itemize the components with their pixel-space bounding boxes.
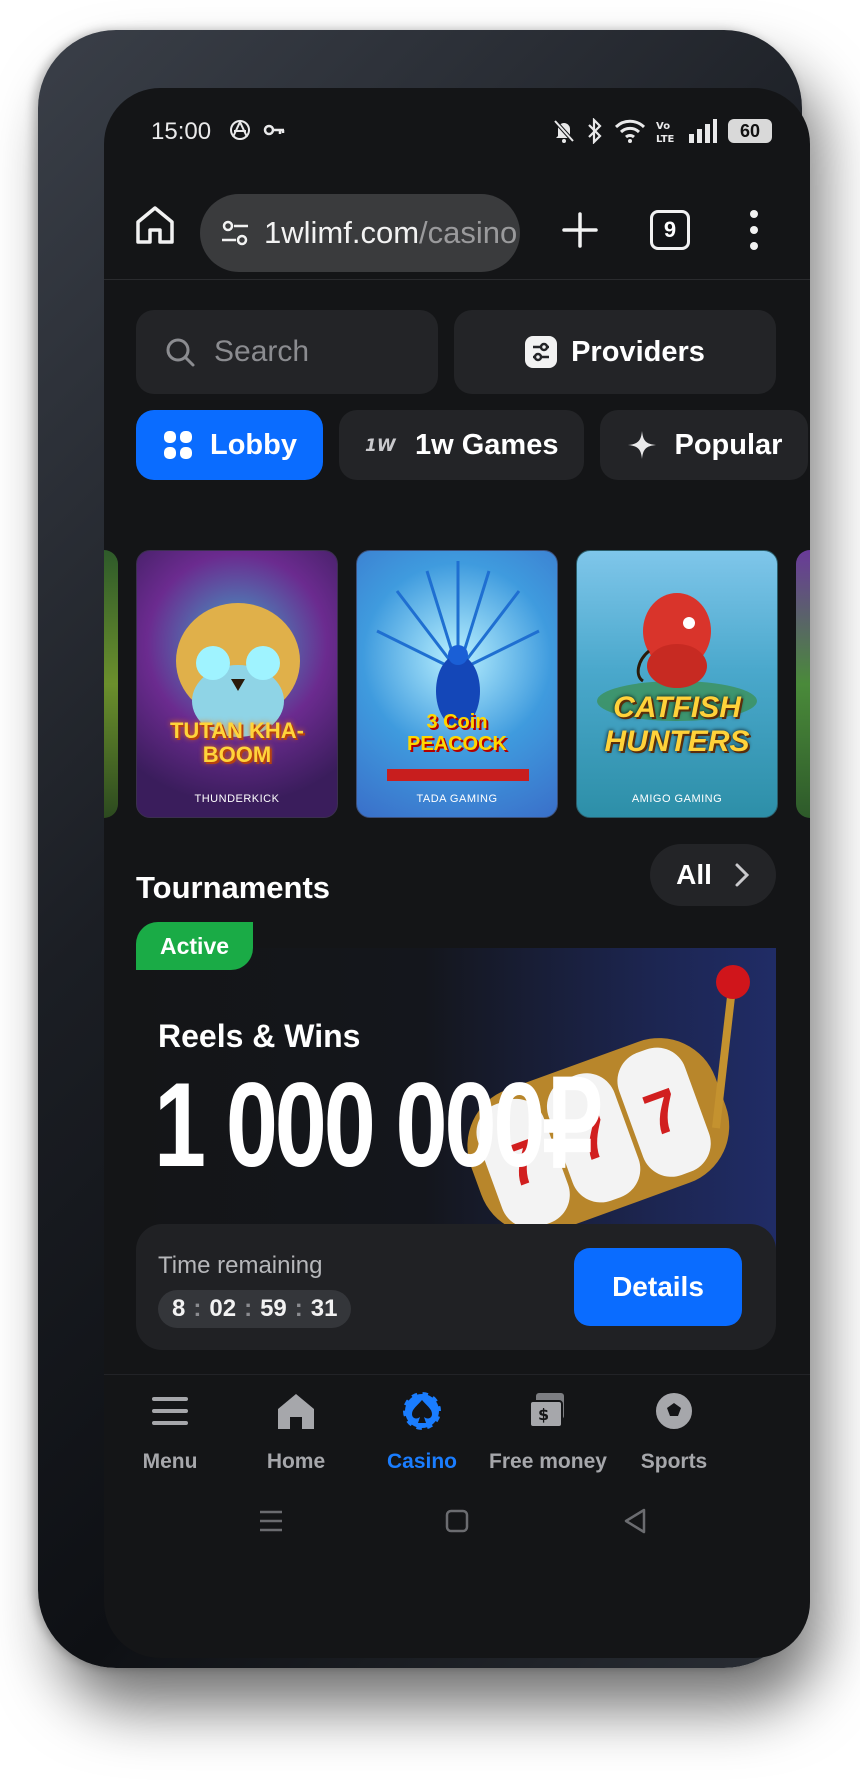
phone-frame: 15:00 Vo LTE 60 1wlimf.com/casino 9 Sear… xyxy=(38,30,810,1668)
status-right-icons: Vo LTE 60 xyxy=(552,118,772,144)
address-bar[interactable]: 1wlimf.com/casino xyxy=(200,194,520,272)
nav-casino[interactable]: Casino xyxy=(352,1389,492,1474)
nav-casino-label: Casino xyxy=(386,1450,457,1473)
svg-text:$: $ xyxy=(538,1405,549,1424)
timer-hours: 02 xyxy=(209,1295,237,1322)
site-settings-icon[interactable] xyxy=(220,218,250,248)
game-title: CATFISH HUNTERS xyxy=(604,691,750,758)
money-icon: $ xyxy=(529,1393,564,1428)
tournament-name: Reels & Wins xyxy=(158,1018,361,1054)
game-provider: AMIGO GAMING xyxy=(631,793,723,805)
timer-minutes: 59 xyxy=(260,1295,287,1322)
nav-home[interactable]: Home xyxy=(226,1389,366,1474)
soccer-ball-icon xyxy=(654,1391,694,1431)
nav-free-money-label: Free money xyxy=(489,1450,607,1473)
details-button[interactable]: Details xyxy=(574,1248,742,1326)
nav-menu[interactable]: Menu xyxy=(104,1389,240,1474)
countdown-timer: 8: 02: 59: 31 xyxy=(158,1290,352,1328)
back-icon[interactable] xyxy=(620,1506,650,1536)
game-provider: THUNDERKICK xyxy=(194,793,280,805)
time-remaining-label: Time remaining xyxy=(158,1252,323,1279)
system-home-icon[interactable] xyxy=(442,1506,472,1536)
screen: 15:00 Vo LTE 60 1wlimf.com/casino 9 Sear… xyxy=(104,88,810,1658)
more-options-icon[interactable] xyxy=(744,206,764,254)
menu-icon xyxy=(152,1397,188,1425)
nav-sports[interactable]: Sports xyxy=(604,1389,744,1474)
nav-menu-label: Menu xyxy=(142,1450,198,1473)
all-label: All xyxy=(676,859,712,890)
peacock-image xyxy=(376,561,540,781)
battery-indicator: 60 xyxy=(728,119,772,143)
tab-1w-games[interactable]: 1W 1w Games xyxy=(339,410,585,480)
casino-icon xyxy=(401,1390,443,1432)
system-navigation-bar xyxy=(104,1492,810,1552)
grid-icon xyxy=(164,431,192,459)
svg-text:Vo: Vo xyxy=(656,121,670,132)
tab-lobby[interactable]: Lobby xyxy=(136,410,323,480)
category-tabs: Lobby 1W 1w Games Popular xyxy=(136,410,809,480)
game-title: TUTAN KHA-BOOM xyxy=(169,718,304,767)
tab-popular-label: Popular xyxy=(674,428,783,461)
nav-free-money[interactable]: $ Free money xyxy=(478,1389,618,1474)
tournament-prize: 1 000 000₽ xyxy=(154,1058,602,1192)
game-tile-partial-right[interactable] xyxy=(796,550,810,818)
url-text: 1wlimf.com/casino xyxy=(264,215,517,251)
timer-seconds: 31 xyxy=(310,1295,338,1322)
anarchy-icon xyxy=(230,119,250,140)
status-badge: Active xyxy=(136,922,254,970)
nav-home-label: Home xyxy=(266,1450,326,1473)
bluetooth-icon xyxy=(588,118,602,144)
bell-off-icon xyxy=(553,119,575,143)
sparkle-icon xyxy=(628,431,657,459)
status-bar: 15:00 Vo LTE 60 xyxy=(104,88,810,176)
filter-icon xyxy=(525,336,558,368)
game-carousel: TUTAN KHA-BOOM THUNDERKICK 3 Coin PEACOC… xyxy=(104,550,810,820)
tournaments-all-button[interactable]: All xyxy=(650,844,776,906)
key-icon xyxy=(263,124,285,136)
nav-sports-label: Sports xyxy=(640,1450,708,1473)
new-tab-icon[interactable] xyxy=(558,208,602,252)
url-path: /casino xyxy=(419,215,518,250)
chevron-right-icon xyxy=(735,863,750,887)
skull-image xyxy=(176,603,300,737)
search-icon xyxy=(166,338,195,367)
1w-logo-icon: 1W xyxy=(365,436,397,456)
tab-1w-games-label: 1w Games xyxy=(415,428,559,461)
game-tile-partial-left[interactable] xyxy=(104,550,118,818)
tournaments-title: Tournaments xyxy=(136,870,331,905)
providers-button[interactable]: Providers xyxy=(454,310,776,394)
tournament-info-card: Time remaining 8: 02: 59: 31 Details xyxy=(136,1224,776,1350)
search-box[interactable] xyxy=(136,310,438,394)
home-icon xyxy=(278,1394,314,1429)
game-tile-3-coin-peacock[interactable]: 3 Coin PEACOCK TADA GAMING xyxy=(356,550,558,818)
browser-home-icon[interactable] xyxy=(132,202,178,248)
game-tile-tutan-kha-boom[interactable]: TUTAN KHA-BOOM THUNDERKICK xyxy=(136,550,338,818)
tab-switcher-button[interactable]: 9 xyxy=(650,210,690,250)
search-input[interactable] xyxy=(214,335,414,369)
browser-toolbar: 1wlimf.com/casino 9 xyxy=(104,180,810,280)
signal-icon xyxy=(689,119,717,143)
recent-apps-icon[interactable] xyxy=(256,1506,286,1536)
wifi-icon xyxy=(614,119,646,143)
game-title: 3 Coin PEACOCK xyxy=(406,711,507,755)
svg-text:1W: 1W xyxy=(365,436,397,456)
timer-days: 8 xyxy=(172,1295,186,1322)
status-left-icons xyxy=(228,118,286,142)
game-tile-catfish-hunters[interactable]: CATFISH HUNTERS AMIGO GAMING xyxy=(576,550,778,818)
status-time: 15:00 xyxy=(151,118,212,145)
bottom-navigation: Menu Home Casino $ Free money Sports xyxy=(104,1374,810,1484)
catfish-image xyxy=(597,593,757,721)
tab-lobby-label: Lobby xyxy=(210,428,297,461)
svg-text:LTE: LTE xyxy=(656,134,675,144)
volte-icon: Vo LTE xyxy=(656,121,675,144)
providers-label: Providers xyxy=(571,335,705,368)
url-domain: 1wlimf.com xyxy=(264,215,420,250)
tab-popular[interactable]: Popular xyxy=(600,410,809,480)
game-provider: TADA GAMING xyxy=(416,793,498,805)
